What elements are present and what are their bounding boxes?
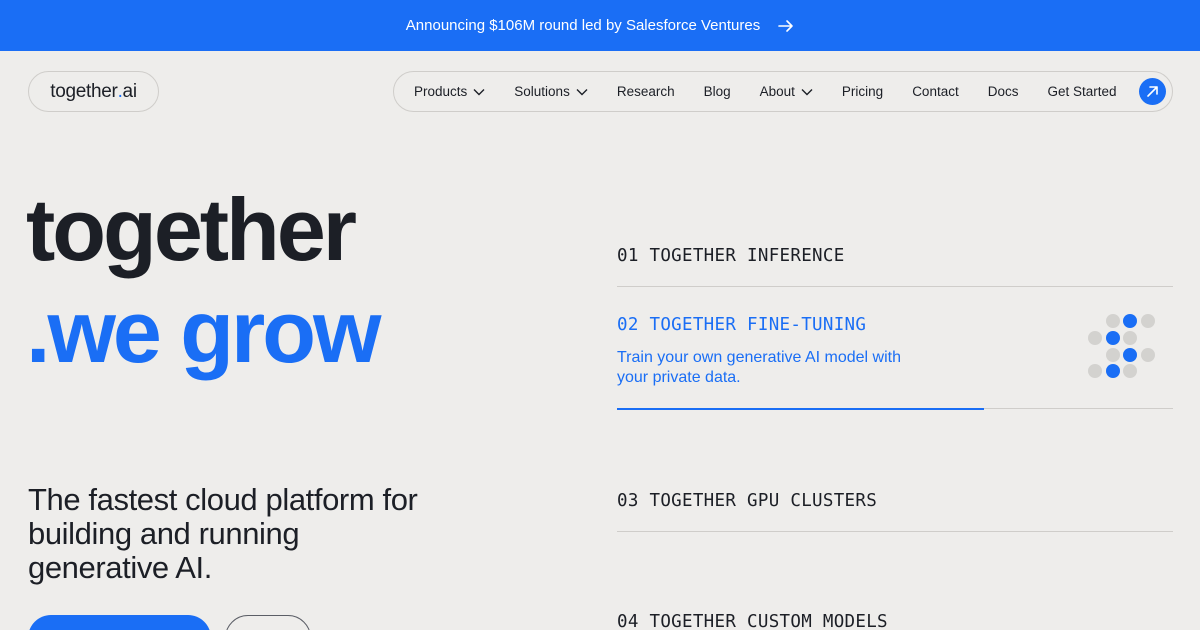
banner-text: Announcing $106M round led by Salesforce… bbox=[405, 17, 761, 34]
chevron-down-icon bbox=[576, 88, 588, 95]
nav-item-products[interactable]: Products bbox=[414, 84, 485, 99]
logo[interactable]: together. ai bbox=[28, 71, 159, 112]
get-started-label: Get Started bbox=[1047, 84, 1117, 99]
nav-item-solutions[interactable]: Solutions bbox=[514, 84, 588, 99]
product-title: 01 TOGETHER INFERENCE bbox=[617, 246, 845, 266]
hero-headline-line2: .we grow bbox=[26, 282, 381, 381]
get-started-link[interactable]: Get Started bbox=[1047, 84, 1116, 99]
logo-suffix: ai bbox=[122, 80, 138, 102]
nav-label: About bbox=[759, 84, 795, 99]
divider bbox=[617, 531, 1173, 532]
nav-label: Solutions bbox=[514, 84, 570, 99]
nav-label: Blog bbox=[703, 84, 731, 99]
arrow-right-icon bbox=[778, 19, 794, 32]
progress-track bbox=[617, 408, 1173, 410]
announcement-banner[interactable]: Announcing $106M round led by Salesforce… bbox=[0, 0, 1200, 51]
nav-item-pricing[interactable]: Pricing bbox=[842, 84, 883, 99]
nav-item-blog[interactable]: Blog bbox=[704, 84, 731, 99]
product-item-custom-models[interactable]: 04 TOGETHER CUSTOM MODELS bbox=[617, 612, 1173, 630]
product-title: 04 TOGETHER CUSTOM MODELS bbox=[617, 612, 888, 630]
main-nav: Products Solutions Research Blog About P… bbox=[393, 71, 1173, 112]
dot-grid-icon bbox=[1088, 314, 1160, 386]
nav-item-research[interactable]: Research bbox=[617, 84, 675, 99]
divider bbox=[617, 286, 1173, 287]
chevron-down-icon bbox=[473, 88, 485, 95]
chevron-down-icon bbox=[801, 88, 813, 95]
arrow-up-right-icon bbox=[1147, 86, 1158, 97]
hero-headline-line1: together bbox=[26, 180, 357, 279]
product-title: 03 TOGETHER GPU CLUSTERS bbox=[617, 491, 878, 511]
nav-label: Pricing bbox=[841, 84, 884, 99]
nav-label: Docs bbox=[987, 84, 1019, 99]
product-item-gpu-clusters[interactable]: 03 TOGETHER GPU CLUSTERS bbox=[617, 491, 1173, 532]
nav-item-contact[interactable]: Contact bbox=[912, 84, 959, 99]
progress-bar-fill bbox=[617, 408, 984, 410]
secondary-cta-button[interactable] bbox=[225, 615, 311, 630]
nav-item-docs[interactable]: Docs bbox=[988, 84, 1019, 99]
nav-item-about[interactable]: About bbox=[760, 84, 813, 99]
nav-label: Products bbox=[414, 84, 468, 99]
get-started-button[interactable] bbox=[1139, 78, 1166, 105]
hero-tagline: The fastest cloud platform for building … bbox=[28, 482, 418, 585]
nav-label: Research bbox=[616, 84, 675, 99]
nav-label: Contact bbox=[912, 84, 959, 99]
primary-cta-button[interactable] bbox=[28, 615, 211, 630]
logo-prefix: together bbox=[50, 80, 118, 102]
product-description: Train your own generative AI model with … bbox=[617, 349, 901, 386]
product-item-inference[interactable]: 01 TOGETHER INFERENCE bbox=[617, 246, 1173, 287]
